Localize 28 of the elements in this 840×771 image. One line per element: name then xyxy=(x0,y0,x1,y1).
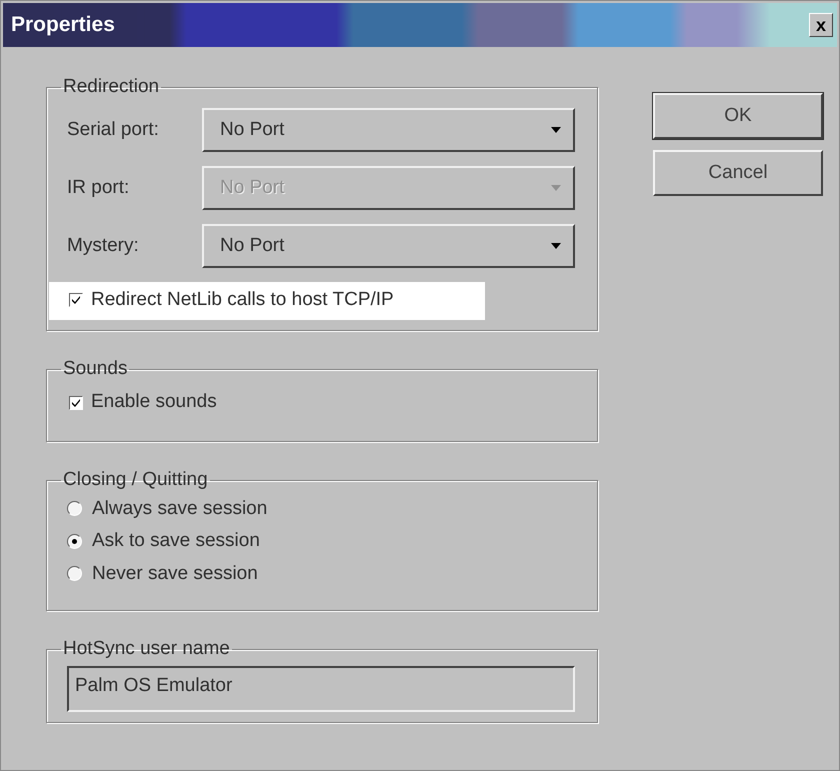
group-title: HotSync user name xyxy=(62,639,231,660)
group-title: Redirection xyxy=(62,77,160,98)
checkbox-label[interactable]: Redirect NetLib calls to host TCP/IP xyxy=(91,286,394,314)
radio-button[interactable] xyxy=(67,566,82,582)
checkmark-icon xyxy=(70,396,82,409)
radio-button[interactable] xyxy=(67,501,82,516)
dropdown-arrow-icon xyxy=(551,242,561,249)
radio-label[interactable]: Always save session xyxy=(92,494,268,524)
checkbox-label[interactable]: Enable sounds xyxy=(91,388,217,417)
radio-button[interactable] xyxy=(67,534,82,549)
checkbox[interactable] xyxy=(69,396,83,410)
radio-label[interactable]: Never save session xyxy=(92,560,258,588)
dialog-button[interactable]: Cancel xyxy=(653,150,823,196)
field-label: Mystery: xyxy=(67,234,140,258)
dropdown[interactable]: No Port xyxy=(202,224,575,268)
close-button[interactable]: x xyxy=(809,13,833,37)
dialog-button[interactable]: OK xyxy=(653,93,823,139)
window-title: Properties xyxy=(11,12,115,38)
field-label: IR port: xyxy=(67,176,130,200)
field-label: Serial port: xyxy=(67,118,160,142)
dropdown[interactable]: No Port xyxy=(202,108,575,152)
text-field[interactable]: Palm OS Emulator xyxy=(67,666,575,712)
group-title: Sounds xyxy=(62,359,128,380)
dropdown-arrow-icon xyxy=(551,184,561,191)
dropdown-arrow-icon xyxy=(551,126,561,133)
checkmark-icon xyxy=(70,294,82,306)
radio-label[interactable]: Ask to save session xyxy=(92,527,260,556)
group-title: Closing / Quitting xyxy=(62,470,209,491)
